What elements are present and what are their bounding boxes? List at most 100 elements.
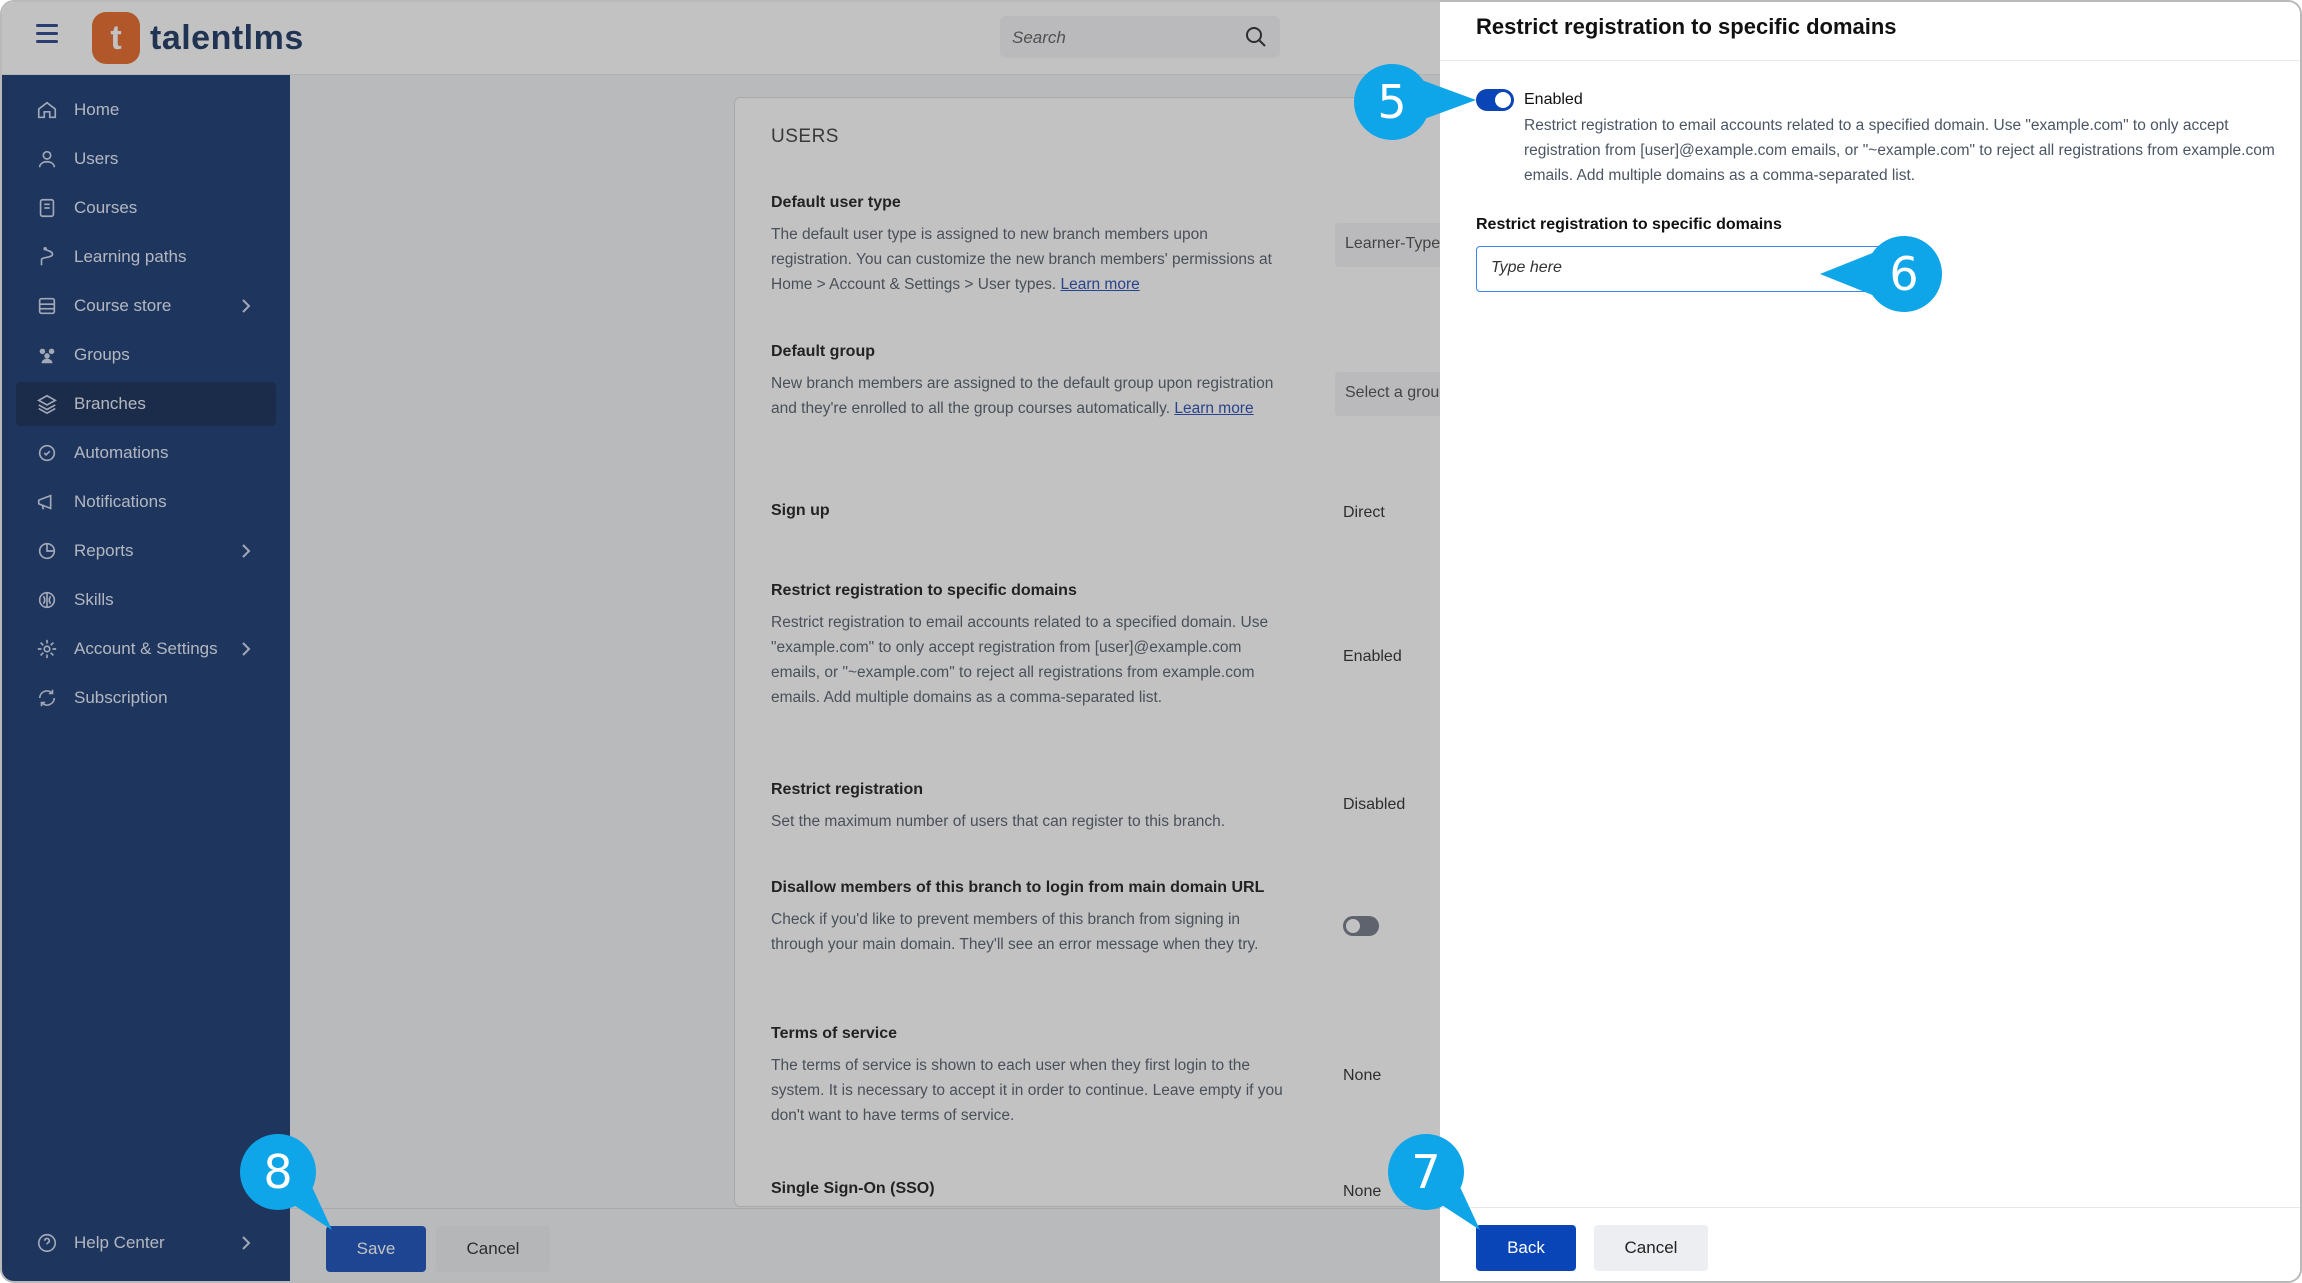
- sidebar-item-label: Help Center: [74, 1233, 165, 1252]
- sidebar-item-label: Users: [74, 149, 119, 168]
- setting-description: Check if you'd like to prevent members o…: [771, 911, 1259, 953]
- setting-title: Single Sign-On (SSO): [771, 1180, 935, 1197]
- callout-number: 7: [1411, 1145, 1441, 1199]
- setting-default-group: Default group New branch members are ass…: [771, 343, 1291, 421]
- divider: [1440, 1207, 2300, 1208]
- sidebar-item-label: Reports: [74, 541, 134, 560]
- gear-icon: [37, 639, 57, 659]
- domains-input[interactable]: Type here: [1476, 246, 1886, 292]
- sidebar-item-label: Subscription: [74, 688, 168, 707]
- help-icon: [37, 1233, 57, 1253]
- setting-title: Disallow members of this branch to login…: [771, 879, 1265, 896]
- subscription-icon: [38, 689, 56, 707]
- sidebar-item-automations[interactable]: Automations: [16, 431, 276, 475]
- sidebar-item-label: Skills: [74, 590, 114, 609]
- main-content: USERS Default user type The default user…: [290, 75, 1505, 1281]
- settings-drawer: Restrict registration to specific domain…: [1440, 2, 2300, 1281]
- callout-6: 6: [1820, 236, 1942, 312]
- home-icon: [37, 101, 57, 119]
- callout-number: 8: [263, 1145, 293, 1199]
- sidebar-item-account-settings[interactable]: Account & Settings: [16, 627, 276, 671]
- setting-title: Default group: [771, 343, 875, 360]
- sign-up-value[interactable]: Direct: [1343, 504, 1385, 522]
- logo[interactable]: t talentlms: [92, 10, 304, 66]
- book-icon: [39, 198, 55, 218]
- search-placeholder: Search: [1012, 28, 1066, 47]
- save-button[interactable]: Save: [326, 1226, 426, 1272]
- sidebar-item-subscription[interactable]: Subscription: [16, 676, 276, 720]
- callout-5: 5: [1354, 64, 1476, 140]
- setting-title: Terms of service: [771, 1025, 897, 1042]
- path-icon: [40, 247, 54, 266]
- setting-title: Sign up: [771, 502, 830, 519]
- store-icon: [38, 297, 56, 315]
- chevron-right-icon[interactable]: [238, 1234, 254, 1252]
- chevron-right-icon[interactable]: [238, 542, 254, 560]
- logo-badge: t: [92, 12, 140, 64]
- section-title: USERS: [771, 126, 839, 147]
- setting-sso: Single Sign-On (SSO): [771, 1180, 1291, 1208]
- pie-chart-icon: [38, 542, 56, 560]
- search-input[interactable]: Search: [1000, 16, 1280, 58]
- sidebar-item-label: Groups: [74, 345, 130, 364]
- setting-description: New branch members are assigned to the d…: [771, 375, 1274, 417]
- sidebar: Home Users Courses Learning paths Course…: [2, 75, 290, 1281]
- setting-description: The terms of service is shown to each us…: [771, 1057, 1283, 1124]
- drawer-title: Restrict registration to specific domain…: [1476, 14, 1897, 39]
- setting-description: Restrict registration to email accounts …: [771, 614, 1269, 706]
- learn-more-link[interactable]: Learn more: [1060, 276, 1139, 293]
- sidebar-item-reports[interactable]: Reports: [16, 529, 276, 573]
- cancel-button[interactable]: Cancel: [436, 1226, 550, 1272]
- terms-of-service-value[interactable]: None: [1343, 1067, 1381, 1085]
- chevron-right-icon[interactable]: [238, 297, 254, 315]
- callout-8: 8: [240, 1134, 332, 1230]
- callout-number: 6: [1889, 247, 1919, 301]
- callout-number: 5: [1377, 75, 1407, 129]
- setting-restrict-registration: Restrict registration Set the maximum nu…: [771, 781, 1291, 834]
- sidebar-item-learning-paths[interactable]: Learning paths: [16, 235, 276, 279]
- brain-icon: [38, 591, 56, 609]
- setting-title: Restrict registration to specific domain…: [771, 582, 1077, 599]
- setting-terms-of-service: Terms of service The terms of service is…: [771, 1025, 1291, 1128]
- sso-value[interactable]: None: [1343, 1183, 1381, 1201]
- sidebar-item-label: Courses: [74, 198, 138, 217]
- app-window: t talentlms Search Home Users Courses Le…: [0, 0, 2302, 1283]
- setting-description: The default user type is assigned to new…: [771, 226, 1272, 293]
- user-icon: [38, 150, 56, 168]
- groups-icon: [39, 348, 55, 364]
- sidebar-item-groups[interactable]: Groups: [16, 333, 276, 377]
- field-label: Restrict registration to specific domain…: [1476, 216, 1782, 233]
- learn-more-link[interactable]: Learn more: [1174, 400, 1253, 417]
- restrict-registration-value[interactable]: Disabled: [1343, 796, 1405, 814]
- top-bar: t talentlms Search: [2, 2, 1440, 75]
- setting-title: Default user type: [771, 194, 901, 211]
- megaphone-icon: [37, 494, 52, 510]
- toggle-label: Enabled: [1524, 91, 1583, 108]
- search-icon[interactable]: [1244, 25, 1268, 49]
- restrict-domains-value[interactable]: Enabled: [1343, 648, 1402, 666]
- sidebar-item-skills[interactable]: Skills: [16, 578, 276, 622]
- chevron-right-icon[interactable]: [238, 640, 254, 658]
- sidebar-item-label: Course store: [74, 296, 172, 315]
- sidebar-item-courses[interactable]: Courses: [16, 186, 276, 230]
- sidebar-item-label: Notifications: [74, 492, 167, 511]
- sidebar-item-users[interactable]: Users: [16, 137, 276, 181]
- layers-icon: [37, 394, 57, 415]
- sidebar-item-branches[interactable]: Branches: [16, 382, 276, 426]
- setting-disallow-main-domain: Disallow members of this branch to login…: [771, 879, 1291, 957]
- drawer-cancel-button[interactable]: Cancel: [1594, 1225, 1708, 1271]
- sidebar-item-help-center[interactable]: Help Center: [16, 1221, 276, 1265]
- sidebar-item-course-store[interactable]: Course store: [16, 284, 276, 328]
- disallow-main-domain-toggle[interactable]: [1343, 916, 1379, 936]
- back-button[interactable]: Back: [1476, 1225, 1576, 1271]
- drawer-description: Restrict registration to email accounts …: [1524, 117, 2275, 184]
- sidebar-item-notifications[interactable]: Notifications: [16, 480, 276, 524]
- sidebar-item-label: Account & Settings: [74, 639, 218, 658]
- sidebar-item-label: Home: [74, 100, 120, 119]
- setting-default-user-type: Default user type The default user type …: [771, 194, 1291, 297]
- menu-icon[interactable]: [36, 24, 58, 43]
- enabled-toggle[interactable]: [1476, 89, 1514, 111]
- sidebar-item-home[interactable]: Home: [16, 88, 276, 132]
- divider: [1440, 60, 2300, 61]
- setting-restrict-domains: Restrict registration to specific domain…: [771, 582, 1291, 710]
